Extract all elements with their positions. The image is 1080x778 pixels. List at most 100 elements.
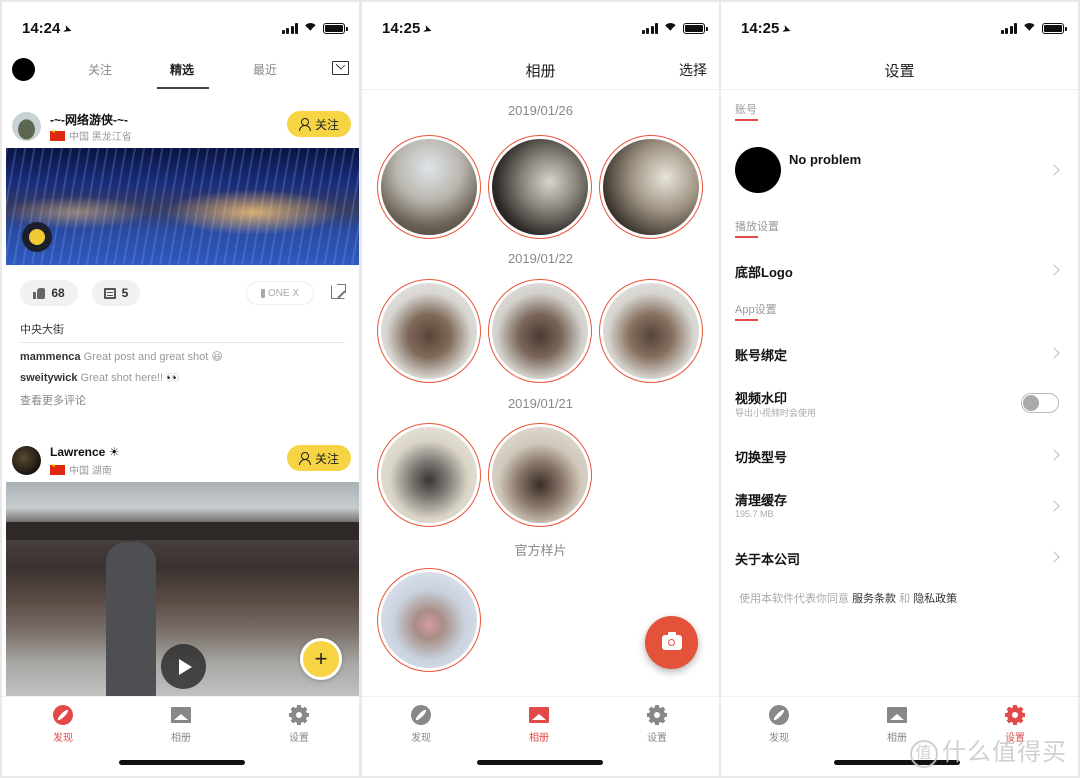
page-title: 相册 <box>525 63 556 80</box>
follow-button[interactable]: 关注 <box>287 111 351 137</box>
wifi-icon <box>303 23 318 34</box>
tabbar-discover[interactable]: 发现 <box>391 705 451 744</box>
share-icon[interactable] <box>331 284 346 299</box>
gear-icon <box>1000 700 1030 730</box>
follow-button[interactable]: 关注 <box>287 445 351 471</box>
terms-of-service-link[interactable]: 服务条款 <box>852 593 896 605</box>
tabbar-discover[interactable]: 发现 <box>33 705 93 744</box>
section-underline <box>735 119 758 121</box>
camera-icon <box>661 632 682 650</box>
comment-icon <box>103 287 116 299</box>
post-header: Lawrence ☀ 中国 湖南 关注 <box>2 441 359 481</box>
username[interactable]: -~-网络游侠-~- <box>50 111 128 128</box>
album-thumbnail[interactable] <box>599 279 703 383</box>
status-bar: 14:25➤ <box>362 20 719 40</box>
device-tag[interactable]: ONE X <box>246 281 314 305</box>
wifi-icon <box>663 23 678 34</box>
tabbar-settings[interactable]: 设置 <box>627 700 687 744</box>
user-avatar[interactable] <box>12 446 41 475</box>
settings-screen: 14:25➤ 设置 账号 No problem 播放设置 底部Logo App设… <box>721 2 1078 776</box>
chevron-right-icon <box>1048 449 1060 461</box>
username[interactable]: Lawrence ☀ <box>50 445 119 459</box>
battery-icon <box>683 23 708 34</box>
divider <box>721 89 1078 90</box>
chevron-right-icon <box>1048 347 1060 359</box>
create-post-button[interactable]: + <box>300 638 342 680</box>
home-indicator[interactable] <box>477 760 603 765</box>
page-title: 设置 <box>884 63 915 80</box>
active-tab-indicator <box>157 87 209 89</box>
tabbar-discover[interactable]: 发现 <box>749 705 809 744</box>
status-time: 14:25➤ <box>382 20 435 38</box>
album-screen: 14:25➤ 相册 选择 2019/01/26 2019/01/22 2019/… <box>362 2 719 776</box>
date-header: 2019/01/22 <box>507 251 574 266</box>
date-header: 2019/01/26 <box>507 103 574 118</box>
signal-icon <box>641 23 658 34</box>
section-underline <box>735 236 758 238</box>
location-arrow-icon: ➤ <box>780 22 794 38</box>
chevron-right-icon <box>1048 551 1060 563</box>
cache-size: 195.7 MB <box>735 509 774 519</box>
section-label-account: 账号 <box>735 104 757 116</box>
feed-tabs: 关注 精选 最近 <box>2 54 359 90</box>
location-arrow-icon: ➤ <box>61 22 75 38</box>
home-indicator[interactable] <box>119 760 245 765</box>
tabbar-album[interactable]: 相册 <box>151 705 211 744</box>
status-time: 14:25➤ <box>741 20 794 38</box>
my-avatar[interactable] <box>12 58 35 81</box>
album-thumbnail[interactable] <box>599 135 703 239</box>
tab-featured[interactable]: 精选 <box>170 61 194 78</box>
select-button[interactable]: 选择 <box>679 60 707 80</box>
profile-name: No problem <box>789 152 862 167</box>
chevron-right-icon <box>1048 500 1060 512</box>
album-thumbnail[interactable] <box>377 568 481 672</box>
section-label-playback: 播放设置 <box>735 221 779 233</box>
date-header: 2019/01/21 <box>507 396 574 411</box>
view-more-comments-link[interactable]: 查看更多评论 <box>20 392 86 408</box>
discover-screen: 14:24➤ 关注 精选 最近 -~-网络游侠-~- 中国 黑龙江省 关注 68… <box>2 2 359 776</box>
tab-following[interactable]: 关注 <box>88 61 112 78</box>
china-flag-icon <box>50 128 65 141</box>
user-avatar[interactable] <box>12 112 41 141</box>
user-location: 中国 黑龙江省 <box>69 132 132 143</box>
status-bar: 14:25➤ <box>721 20 1078 40</box>
gear-icon <box>284 700 314 730</box>
mail-icon[interactable] <box>332 61 349 75</box>
section-label-app: App设置 <box>735 304 777 316</box>
like-button[interactable]: 68 <box>20 280 78 306</box>
gear-icon <box>642 700 672 730</box>
comment-item: mammenca Great post and great shot 😆 <box>20 351 223 363</box>
tab-recent[interactable]: 最近 <box>253 61 277 78</box>
album-thumbnail[interactable] <box>488 279 592 383</box>
chevron-right-icon <box>1048 164 1060 176</box>
comment-button[interactable]: 5 <box>92 280 140 306</box>
battery-icon <box>323 23 348 34</box>
play-icon[interactable] <box>161 644 206 689</box>
status-time: 14:24➤ <box>22 20 75 38</box>
panorama-badge-icon <box>22 222 52 252</box>
profile-avatar <box>735 147 781 193</box>
privacy-policy-link[interactable]: 隐私政策 <box>913 593 957 605</box>
album-thumbnail[interactable] <box>488 135 592 239</box>
add-user-icon <box>298 452 311 465</box>
post-actions: 68 5 ONE X <box>2 280 359 308</box>
album-thumbnail[interactable] <box>377 279 481 383</box>
album-icon <box>887 707 907 723</box>
album-thumbnail[interactable] <box>488 423 592 527</box>
panorama-image[interactable] <box>6 148 359 265</box>
signal-icon <box>1000 23 1017 34</box>
post-header: -~-网络游侠-~- 中国 黑龙江省 关注 <box>2 107 359 147</box>
wifi-icon <box>1022 23 1037 34</box>
divider <box>362 89 719 90</box>
album-thumbnail[interactable] <box>377 135 481 239</box>
user-location: 中国 湖南 <box>69 466 112 477</box>
camera-device-icon <box>260 288 265 298</box>
location-arrow-icon: ➤ <box>421 22 435 38</box>
video-watermark-toggle[interactable] <box>1021 393 1059 413</box>
album-thumbnail[interactable] <box>377 423 481 527</box>
tabbar-settings[interactable]: 设置 <box>269 700 329 744</box>
battery-icon <box>1042 23 1067 34</box>
tabbar-album[interactable]: 相册 <box>509 705 569 744</box>
camera-button[interactable] <box>645 616 698 669</box>
add-user-icon <box>298 118 311 131</box>
